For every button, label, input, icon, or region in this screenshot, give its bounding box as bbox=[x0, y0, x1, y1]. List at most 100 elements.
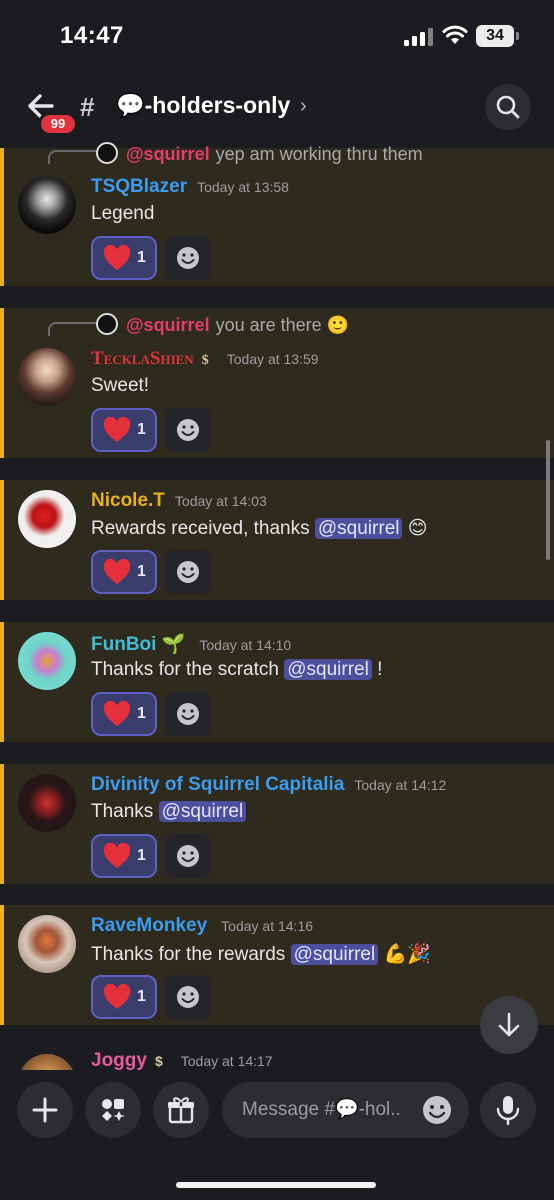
add-reaction-icon bbox=[177, 247, 199, 269]
heart-icon bbox=[103, 984, 131, 1009]
reply-preview[interactable]: @squirrel you are there 🙂 bbox=[96, 313, 349, 336]
apps-button[interactable] bbox=[85, 1082, 141, 1138]
message-text: Thanks @squirrel bbox=[91, 801, 247, 823]
author-label: Nicole.T bbox=[91, 490, 165, 511]
author-label: RaveMonkey bbox=[91, 915, 208, 936]
voice-button[interactable] bbox=[480, 1082, 536, 1138]
search-icon bbox=[496, 95, 520, 119]
timestamp: Today at 14:16 bbox=[221, 918, 314, 934]
message-text-part: Thanks bbox=[91, 801, 159, 822]
reaction-count: 1 bbox=[137, 249, 146, 266]
heart-reaction[interactable]: 1 bbox=[91, 834, 157, 878]
message-item[interactable]: RaveMonkey Today at 14:16 Thanks for the … bbox=[0, 905, 554, 1025]
message-text-part: Thanks for the rewards bbox=[91, 944, 291, 965]
reaction-count: 1 bbox=[137, 563, 146, 580]
message-text-part: Thanks for the scratch bbox=[91, 659, 285, 680]
avatar[interactable] bbox=[18, 176, 76, 234]
search-button[interactable] bbox=[485, 84, 531, 130]
author-name[interactable]: FunBoi 🌱 Today at 14:10 bbox=[91, 632, 291, 656]
plus-button[interactable] bbox=[17, 1082, 73, 1138]
timestamp: Today at 13:59 bbox=[226, 351, 319, 367]
avatar[interactable] bbox=[18, 1054, 76, 1070]
message-text: Rewards received, thanks @squirrel 😊 bbox=[91, 517, 428, 540]
scrollbar[interactable] bbox=[546, 440, 550, 560]
timestamp: Today at 13:58 bbox=[197, 179, 289, 195]
mic-icon bbox=[496, 1096, 520, 1126]
user-mention[interactable]: @squirrel bbox=[158, 801, 247, 822]
message-item[interactable]: Joggy $ Today at 14:17 bbox=[0, 1046, 554, 1070]
add-reaction-button[interactable] bbox=[165, 975, 211, 1019]
avatar[interactable] bbox=[18, 490, 76, 548]
heart-reaction[interactable]: 1 bbox=[91, 408, 157, 452]
timestamp: Today at 14:10 bbox=[199, 637, 292, 653]
emoji-button[interactable] bbox=[420, 1093, 454, 1127]
reaction-count: 1 bbox=[137, 847, 146, 864]
home-indicator[interactable] bbox=[176, 1182, 376, 1188]
message-text: Thanks for the rewards @squirrel 💪🎉 bbox=[91, 942, 431, 966]
chevron-right-icon[interactable]: › bbox=[300, 95, 307, 118]
message-item[interactable]: FunBoi 🌱 Today at 14:10 Thanks for the sc… bbox=[0, 622, 554, 742]
add-reaction-icon bbox=[177, 845, 199, 867]
timestamp: Today at 14:17 bbox=[180, 1053, 273, 1069]
heart-icon bbox=[103, 701, 131, 726]
heart-icon bbox=[103, 559, 131, 584]
message-suffix: ! bbox=[371, 659, 383, 680]
message-item[interactable]: Nicole.T Today at 14:03 Rewards received,… bbox=[0, 480, 554, 600]
hash-icon: # bbox=[80, 92, 95, 122]
author-name[interactable]: RaveMonkey Today at 14:16 bbox=[91, 915, 313, 937]
reply-connector bbox=[48, 150, 96, 164]
author-name[interactable]: TecklaShien $ Today at 13:59 bbox=[91, 348, 319, 370]
message-item[interactable]: Divinity of Squirrel Capitalia Today at 1… bbox=[0, 764, 554, 884]
reply-preview[interactable]: @squirrel yep am working thru them bbox=[96, 142, 423, 165]
author-name[interactable]: Divinity of Squirrel Capitalia Today at 1… bbox=[91, 774, 446, 796]
author-name[interactable]: Joggy $ Today at 14:17 bbox=[91, 1050, 273, 1070]
add-reaction-button[interactable] bbox=[165, 550, 211, 594]
heart-reaction[interactable]: 1 bbox=[91, 975, 157, 1019]
reply-connector bbox=[48, 322, 96, 336]
jump-to-bottom-button[interactable] bbox=[480, 996, 538, 1054]
reaction-count: 1 bbox=[137, 988, 146, 1005]
user-mention[interactable]: @squirrel bbox=[284, 659, 372, 680]
message-text: Thanks for the scratch @squirrel ! bbox=[91, 659, 382, 681]
user-mention[interactable]: @squirrel bbox=[290, 944, 379, 965]
add-reaction-button[interactable] bbox=[165, 408, 211, 452]
message-text-part: Rewards received, thanks bbox=[91, 518, 315, 539]
timestamp: Today at 14:03 bbox=[174, 493, 267, 509]
status-time: 14:47 bbox=[60, 22, 124, 49]
heart-reaction[interactable]: 1 bbox=[91, 550, 157, 594]
message-item[interactable]: @squirrel you are there 🙂 TecklaShien $ Tod… bbox=[0, 308, 554, 458]
avatar[interactable] bbox=[18, 348, 76, 406]
heart-reaction[interactable]: 1 bbox=[91, 692, 157, 736]
add-reaction-button[interactable] bbox=[165, 692, 211, 736]
avatar[interactable] bbox=[18, 915, 76, 973]
message-text: Sweet! bbox=[91, 375, 150, 396]
author-name[interactable]: Nicole.T Today at 14:03 bbox=[91, 490, 267, 512]
add-reaction-icon bbox=[177, 561, 199, 583]
timestamp: Today at 14:12 bbox=[354, 777, 447, 793]
channel-title[interactable]: 💬-holders-only bbox=[116, 92, 290, 119]
avatar[interactable] bbox=[18, 632, 76, 690]
message-composer: Message #💬-hol.. bbox=[0, 1070, 554, 1200]
user-mention[interactable]: @squirrel bbox=[314, 518, 403, 539]
reply-avatar bbox=[96, 142, 118, 164]
add-reaction-button[interactable] bbox=[165, 236, 211, 280]
reply-username: @squirrel bbox=[126, 315, 210, 335]
status-bar: 14:47 34 bbox=[0, 0, 554, 78]
server-tag-icon: $ bbox=[154, 1053, 163, 1069]
apps-icon bbox=[102, 1099, 125, 1121]
message-item[interactable]: @squirrel yep am working thru them TSQBla… bbox=[0, 142, 554, 286]
message-suffix: 💪🎉 bbox=[378, 944, 431, 965]
plus-icon bbox=[32, 1097, 58, 1123]
wifi-icon bbox=[442, 25, 468, 44]
author-name[interactable]: TSQBlazer Today at 13:58 bbox=[91, 176, 289, 198]
author-label: Joggy bbox=[91, 1050, 147, 1070]
gift-icon bbox=[168, 1097, 194, 1124]
add-reaction-icon bbox=[177, 703, 199, 725]
server-tag-icon: $ bbox=[201, 353, 209, 368]
add-reaction-button[interactable] bbox=[165, 834, 211, 878]
reply-username: @squirrel bbox=[126, 144, 210, 164]
battery-tip bbox=[516, 32, 519, 40]
avatar[interactable] bbox=[18, 774, 76, 832]
gift-button[interactable] bbox=[153, 1082, 209, 1138]
heart-reaction[interactable]: 1 bbox=[91, 236, 157, 280]
